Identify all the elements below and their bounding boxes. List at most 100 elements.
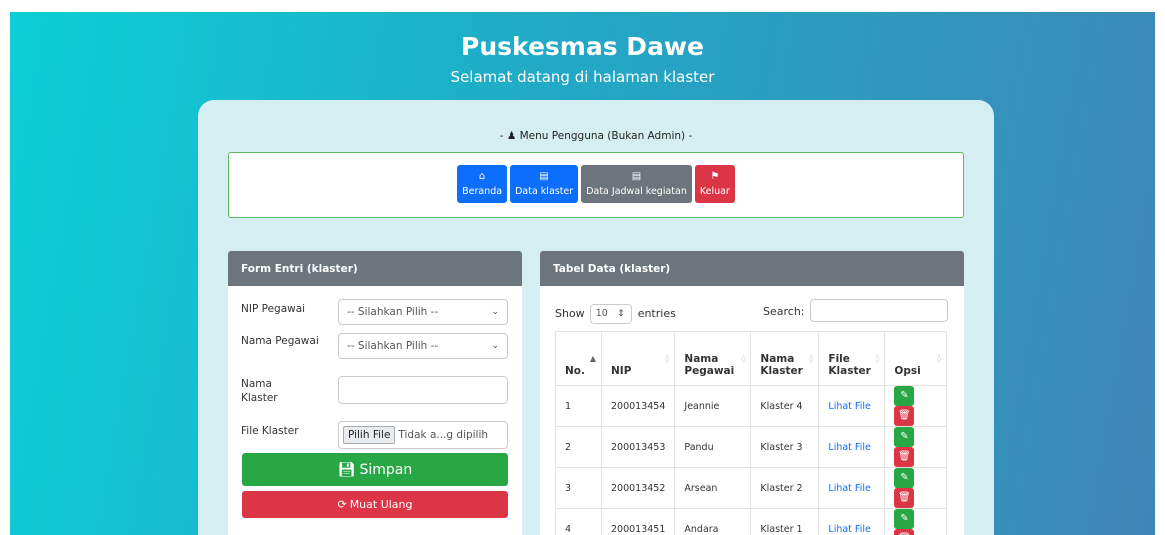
choose-file-button[interactable]: Pilih File (343, 426, 396, 444)
bookmark-icon: ⚑ (710, 171, 720, 182)
cell-nip: 200013451 (600, 508, 676, 535)
col-header-no[interactable]: No. ▲ (555, 331, 602, 386)
cell-nama: Arsean (674, 467, 752, 509)
table-row: 3 200013452 Arsean Klaster 2 Lihat File … (555, 467, 947, 509)
keluar-button[interactable]: ⚑ Keluar (694, 165, 735, 203)
menu-box: ⌂ Beranda ▤ Data klaster ▤ Data Jadwal k… (228, 152, 964, 218)
sort-icon: ◊ (665, 354, 670, 363)
nip-select[interactable]: -- Silahkan Pilih -- ⌄ (338, 299, 508, 325)
cell-nama: Jeannie (674, 385, 752, 427)
beranda-label: Beranda (462, 186, 503, 197)
table-row: 2 200013453 Pandu Klaster 3 Lihat File ✎… (555, 426, 947, 468)
file-klaster-input[interactable]: Pilih File Tidak a...g dipilih (338, 421, 508, 449)
col-header-file-klaster[interactable]: File Klaster ◊ (818, 331, 886, 386)
cell-no: 3 (555, 467, 602, 509)
edit-icon[interactable]: ✎ (894, 427, 915, 447)
page-background: Puskesmas Dawe Selamat datang di halaman… (10, 12, 1155, 535)
sort-icon: ◊ (809, 354, 814, 363)
menu-buttons: ⌂ Beranda ▤ Data klaster ▤ Data Jadwal k… (229, 165, 963, 203)
data-jadwal-button[interactable]: ▤ Data Jadwal kegiatan (581, 165, 692, 203)
beranda-button[interactable]: ⌂ Beranda (457, 165, 508, 203)
cell-file: Lihat File (818, 467, 886, 509)
keluar-label: Keluar (699, 186, 730, 197)
table-card: Tabel Data (klaster) Show 10 ⇕ entries S… (540, 251, 964, 535)
home-icon: ⌂ (478, 171, 486, 182)
cell-nip: 200013453 (600, 426, 676, 468)
table-header-row: No. ▲ NIP ◊ Nama Pegawai ◊ Nama Klaster ◊ Fi… (555, 331, 947, 386)
chevron-down-icon: ⌄ (491, 341, 499, 351)
file-status: Tidak a...g dipilih (398, 429, 489, 441)
lihat-file-link[interactable]: Lihat File (828, 483, 870, 494)
nama-pegawai-label: Nama Pegawai (241, 335, 319, 347)
refresh-icon: ⟳ (337, 498, 347, 511)
search-label: Search: (763, 305, 805, 318)
entries-select-value: 10 (595, 308, 608, 319)
file-klaster-label: File Klaster (241, 425, 299, 437)
cell-file: Lihat File (818, 385, 886, 427)
cell-no: 1 (555, 385, 602, 427)
cell-klaster: Klaster 3 (750, 426, 820, 468)
sort-icon: ▲ (589, 354, 596, 363)
sort-icon: ◊ (937, 354, 941, 363)
cell-klaster: Klaster 4 (750, 385, 820, 427)
data-klaster-label: Data klaster (515, 186, 574, 197)
muat-ulang-button[interactable]: ⟳ Muat Ulang (242, 491, 508, 518)
col-header-opsi[interactable]: Opsi ◊ (884, 331, 947, 386)
cell-file: Lihat File (818, 508, 886, 535)
cell-opsi: ✎🗑︎ (884, 467, 947, 509)
data-klaster-button[interactable]: ▤ Data klaster (510, 165, 579, 203)
show-entries: Show 10 ⇕ entries (555, 304, 676, 324)
col-header-nama-pegawai[interactable]: Nama Pegawai ◊ (674, 331, 752, 386)
show-label: Show (555, 307, 585, 320)
table-card-header: Tabel Data (klaster) (540, 251, 964, 286)
chevron-down-icon: ⌄ (491, 307, 499, 317)
col-header-nama-klaster[interactable]: Nama Klaster ◊ (750, 331, 820, 386)
page-subtitle: Selamat datang di halaman klaster (450, 68, 715, 86)
save-icon: 💾︎ (337, 461, 356, 478)
delete-icon[interactable]: 🗑︎ (894, 488, 915, 508)
table-row: 4 200013451 Andara Klaster 1 Lihat File … (555, 508, 947, 535)
search-input[interactable] (810, 299, 948, 322)
edit-icon[interactable]: ✎ (894, 386, 915, 406)
edit-icon[interactable]: ✎ (894, 509, 915, 529)
cell-opsi: ✎🗑︎ (884, 426, 947, 468)
menu-title: - ♟ Menu Pengguna (Bukan Admin) - (499, 130, 693, 142)
cell-klaster: Klaster 2 (750, 467, 820, 509)
nip-label: NIP Pegawai (241, 303, 306, 315)
col-header-nip[interactable]: NIP ◊ (600, 331, 676, 386)
form-card-header: Form Entri (klaster) (228, 251, 522, 286)
cell-nip: 200013452 (600, 467, 676, 509)
cell-klaster: Klaster 1 (750, 508, 820, 535)
simpan-label: Simpan (359, 461, 413, 478)
sort-select-icon: ⇕ (617, 309, 625, 319)
entries-select[interactable]: 10 ⇕ (589, 304, 632, 324)
edit-icon[interactable]: ✎ (894, 468, 915, 488)
lihat-file-link[interactable]: Lihat File (828, 442, 870, 453)
nama-pegawai-select-value: -- Silahkan Pilih -- (347, 340, 439, 352)
table-icon: ▤ (631, 171, 642, 182)
table-row: 1 200013454 Jeannie Klaster 4 Lihat File… (555, 385, 947, 427)
data-jadwal-label: Data Jadwal kegiatan (586, 186, 687, 197)
cell-nama: Andara (674, 508, 752, 535)
delete-icon[interactable]: 🗑︎ (894, 406, 915, 426)
cell-no: 4 (555, 508, 602, 535)
sort-icon: ◊ (875, 354, 880, 363)
nip-select-value: -- Silahkan Pilih -- (347, 306, 439, 318)
cell-opsi: ✎🗑︎ (884, 385, 947, 427)
form-card: Form Entri (klaster) NIP Pegawai -- Sila… (228, 251, 522, 535)
cell-no: 2 (555, 426, 602, 468)
lihat-file-link[interactable]: Lihat File (828, 524, 870, 535)
simpan-button[interactable]: 💾︎ Simpan (242, 453, 508, 486)
lihat-file-link[interactable]: Lihat File (828, 401, 870, 412)
data-table: No. ▲ NIP ◊ Nama Pegawai ◊ Nama Klaster ◊ Fi… (555, 331, 947, 535)
delete-icon[interactable]: 🗑︎ (894, 447, 915, 467)
cell-opsi: ✎🗑︎ (884, 508, 947, 535)
nama-pegawai-select[interactable]: -- Silahkan Pilih -- ⌄ (338, 333, 508, 359)
cell-nip: 200013454 (600, 385, 676, 427)
nama-klaster-input[interactable] (338, 376, 508, 404)
cell-file: Lihat File (818, 426, 886, 468)
page-title: Puskesmas Dawe (461, 32, 704, 61)
muat-ulang-label: Muat Ulang (349, 498, 413, 511)
cell-nama: Pandu (674, 426, 752, 468)
delete-icon[interactable]: 🗑︎ (894, 529, 915, 535)
